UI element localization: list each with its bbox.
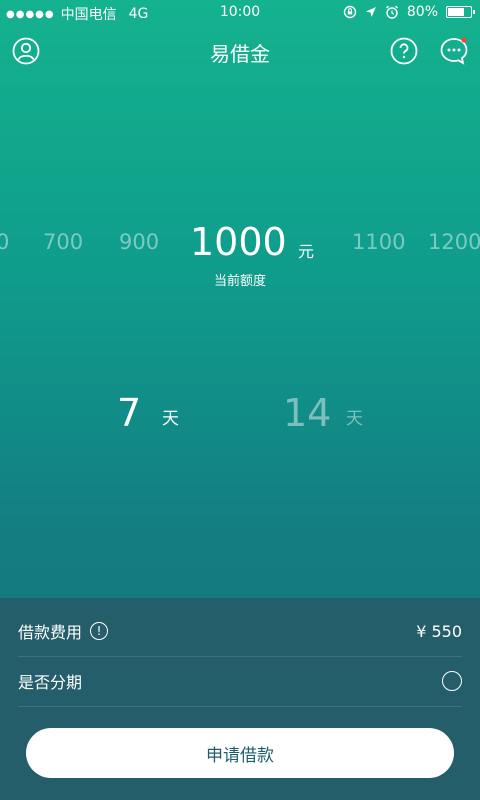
- message-icon[interactable]: [440, 37, 468, 65]
- amount-option[interactable]: 1200: [428, 230, 480, 254]
- day-option-selected[interactable]: 7: [117, 391, 141, 435]
- fee-label-group: 借款费用 !: [18, 619, 109, 643]
- fee-label: 借款费用: [18, 623, 83, 642]
- location-arrow-icon: [365, 7, 376, 17]
- loan-panel: 借款费用 ! ¥ 550 是否分期 申请借款: [0, 598, 480, 800]
- battery-icon: [446, 6, 475, 18]
- lock-rotation-icon: [343, 5, 357, 19]
- apply-loan-button[interactable]: 申请借款: [26, 728, 454, 778]
- alarm-icon: [385, 5, 398, 19]
- amount-caption: 当前额度: [213, 274, 266, 289]
- battery-fill: [448, 8, 464, 16]
- radio-icon[interactable]: [442, 671, 462, 691]
- installment-label: 是否分期: [18, 673, 83, 692]
- day-option[interactable]: 14: [283, 391, 331, 435]
- amount-option[interactable]: 900: [119, 230, 159, 254]
- amount-current[interactable]: 1000: [190, 220, 287, 264]
- fee-row: 借款费用 ! ¥ 550: [18, 606, 462, 657]
- amount-unit: 元: [298, 242, 315, 261]
- day-unit: 天: [346, 409, 363, 429]
- installment-row[interactable]: 是否分期: [18, 656, 462, 707]
- amount-option[interactable]: 700: [43, 230, 83, 254]
- fee-value: ¥ 550: [416, 621, 462, 641]
- amount-selector[interactable]: 0 700 900 1000 元 1100 1200: [0, 220, 480, 270]
- nav-bar: 易借金: [0, 26, 480, 76]
- amount-option[interactable]: 0: [0, 230, 9, 254]
- amount-option[interactable]: 1100: [352, 230, 405, 254]
- day-unit: 天: [162, 409, 179, 429]
- help-icon[interactable]: [390, 37, 418, 65]
- info-icon[interactable]: !: [90, 622, 109, 640]
- status-bar: ●●●●● 中国电信 4G 10:00 80%: [0, 0, 480, 26]
- status-right: 80%: [343, 4, 475, 20]
- battery-percent: 80%: [406, 4, 438, 20]
- message-badge: [461, 37, 467, 43]
